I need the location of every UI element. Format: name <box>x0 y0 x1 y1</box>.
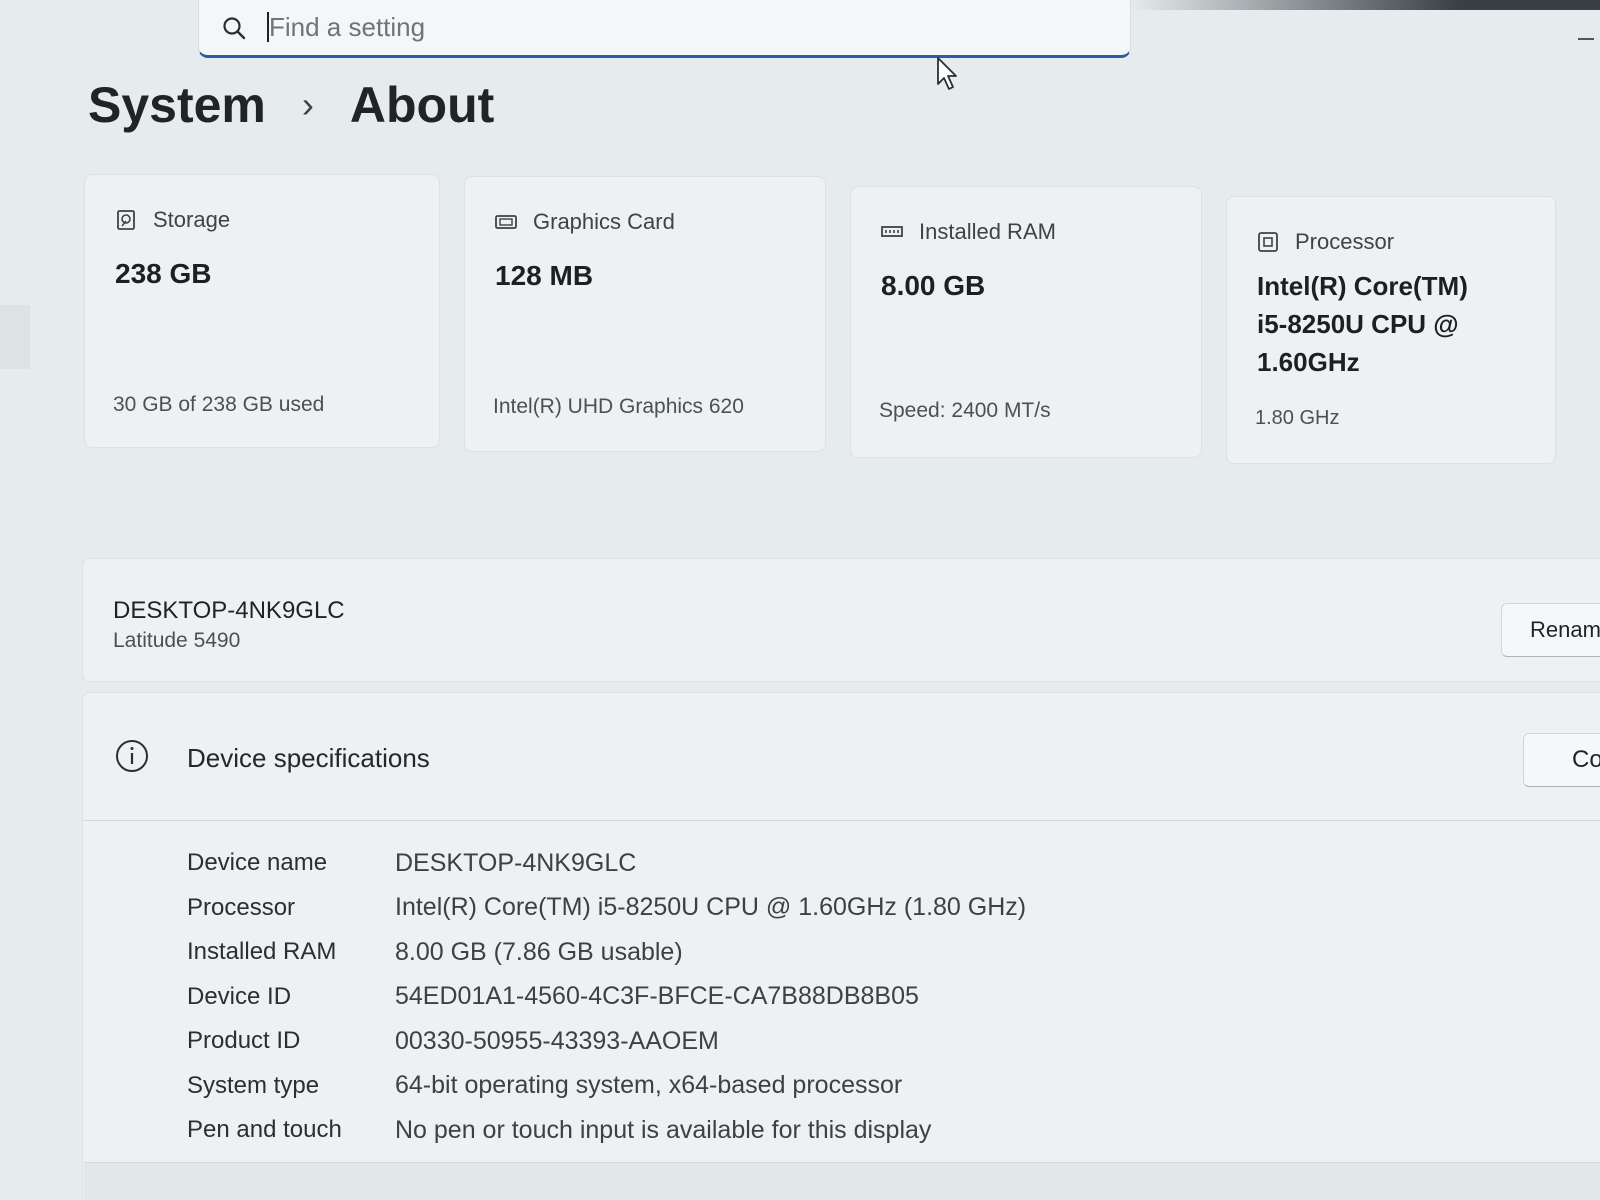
processor-card-header: Processor <box>1257 229 1394 255</box>
device-specifications-section: Device specifications Copy Device name D… <box>82 692 1600 1200</box>
storage-usage: 30 GB of 238 GB used <box>113 393 325 416</box>
breadcrumb-parent[interactable]: System <box>88 76 266 134</box>
storage-card: Storage 238 GB 30 GB of 238 GB used <box>84 174 440 448</box>
spec-list: Device name DESKTOP-4NK9GLC Processor In… <box>187 841 1026 1153</box>
next-section-edge <box>84 1162 1600 1200</box>
graphics-card-icon <box>495 215 517 229</box>
spec-label: Device name <box>187 849 328 877</box>
ram-card: Installed RAM 8.00 GB Speed: 2400 MT/s <box>850 186 1202 458</box>
search-icon <box>223 16 246 39</box>
graphics-card-model: Intel(R) UHD Graphics 620 <box>493 395 744 418</box>
spec-value: 8.00 GB (7.86 GB usable) <box>395 937 683 966</box>
spec-label: Processor <box>187 893 296 921</box>
storage-label: Storage <box>153 207 231 232</box>
spec-value: 00330-50955-43393-AAOEM <box>395 1026 719 1055</box>
settings-window: Find a setting System › About Storage 23… <box>0 0 1600 1200</box>
spec-value: DESKTOP-4NK9GLC <box>395 848 637 877</box>
spec-value: 54ED01A1-4560-4C3F-BFCE-CA7B88DB8B05 <box>395 982 919 1011</box>
processor-value-line: Intel(R) Core(TM) <box>1257 271 1468 301</box>
title-bar-edge <box>1130 0 1600 10</box>
mouse-pointer-icon <box>937 57 957 90</box>
breadcrumb-separator: › <box>301 84 314 125</box>
processor-icon <box>1258 232 1278 252</box>
processor-value: Intel(R) Core(TM) i5-8250U CPU @ 1.60GHz <box>1257 267 1468 381</box>
spec-value: Intel(R) Core(TM) i5-8250U CPU @ 1.60GHz… <box>395 893 1027 922</box>
graphics-card-value: 128 MB <box>495 260 594 291</box>
spec-label: Device ID <box>187 982 292 1010</box>
device-name: DESKTOP-4NK9GLC <box>113 597 345 624</box>
ram-label: Installed RAM <box>919 219 1056 244</box>
graphics-card-card: Graphics Card 128 MB Intel(R) UHD Graphi… <box>464 176 826 452</box>
graphics-card-header: Graphics Card <box>495 209 675 235</box>
spec-row-system-type: System type 64-bit operating system, x64… <box>187 1064 1026 1109</box>
search-box[interactable]: Find a setting <box>198 0 1131 58</box>
graphics-card-label: Graphics Card <box>533 209 675 234</box>
spec-row-product-id: Product ID 00330-50955-43393-AAOEM <box>187 1019 1026 1064</box>
processor-card: Processor Intel(R) Core(TM) i5-8250U CPU… <box>1226 196 1556 464</box>
spec-label: Product ID <box>187 1027 301 1055</box>
storage-card-header: Storage <box>115 207 230 233</box>
spec-label: Installed RAM <box>187 938 337 966</box>
ram-speed: Speed: 2400 MT/s <box>879 399 1051 422</box>
device-specifications-title: Device specifications <box>187 743 430 773</box>
processor-value-line: i5-8250U CPU @ <box>1257 309 1459 339</box>
processor-label: Processor <box>1295 229 1395 254</box>
text-caret <box>267 12 269 42</box>
spec-value: No pen or touch input is available for t… <box>395 1115 932 1144</box>
ram-card-header: Installed RAM <box>881 219 1056 245</box>
spec-row-processor: Processor Intel(R) Core(TM) i5-8250U CPU… <box>187 886 1026 931</box>
spec-row-installed-ram: Installed RAM 8.00 GB (7.86 GB usable) <box>187 930 1026 975</box>
minimize-icon[interactable] <box>1578 38 1594 40</box>
ram-icon <box>881 226 903 237</box>
nav-pane-edge <box>0 305 30 369</box>
rename-button[interactable]: Rename <box>1501 603 1600 657</box>
search-placeholder: Find a setting <box>269 12 426 42</box>
device-name-row: DESKTOP-4NK9GLC Latitude 5490 Rename <box>82 558 1600 682</box>
spec-row-device-name: Device name DESKTOP-4NK9GLC <box>187 841 1026 886</box>
spec-row-pen-and-touch: Pen and touch No pen or touch input is a… <box>187 1108 1026 1153</box>
spec-label: Pen and touch <box>187 1116 342 1144</box>
device-model: Latitude 5490 <box>113 629 241 652</box>
page-title: About <box>349 77 495 133</box>
search-input[interactable]: Find a setting <box>267 12 426 43</box>
processor-value-line: 1.60GHz <box>1257 347 1360 377</box>
copy-button[interactable]: Copy <box>1523 733 1600 787</box>
storage-value: 238 GB <box>115 258 212 289</box>
processor-speed: 1.80 GHz <box>1255 407 1340 429</box>
spec-value: 64-bit operating system, x64-based proce… <box>395 1071 903 1100</box>
device-specifications-header[interactable]: Device specifications Copy <box>83 693 1600 821</box>
ram-value: 8.00 GB <box>881 270 986 301</box>
breadcrumb: System › About <box>88 76 494 134</box>
info-icon <box>116 740 148 772</box>
spec-label: System type <box>187 1071 320 1099</box>
spec-row-device-id: Device ID 54ED01A1-4560-4C3F-BFCE-CA7B88… <box>187 975 1026 1020</box>
storage-icon <box>117 210 135 230</box>
